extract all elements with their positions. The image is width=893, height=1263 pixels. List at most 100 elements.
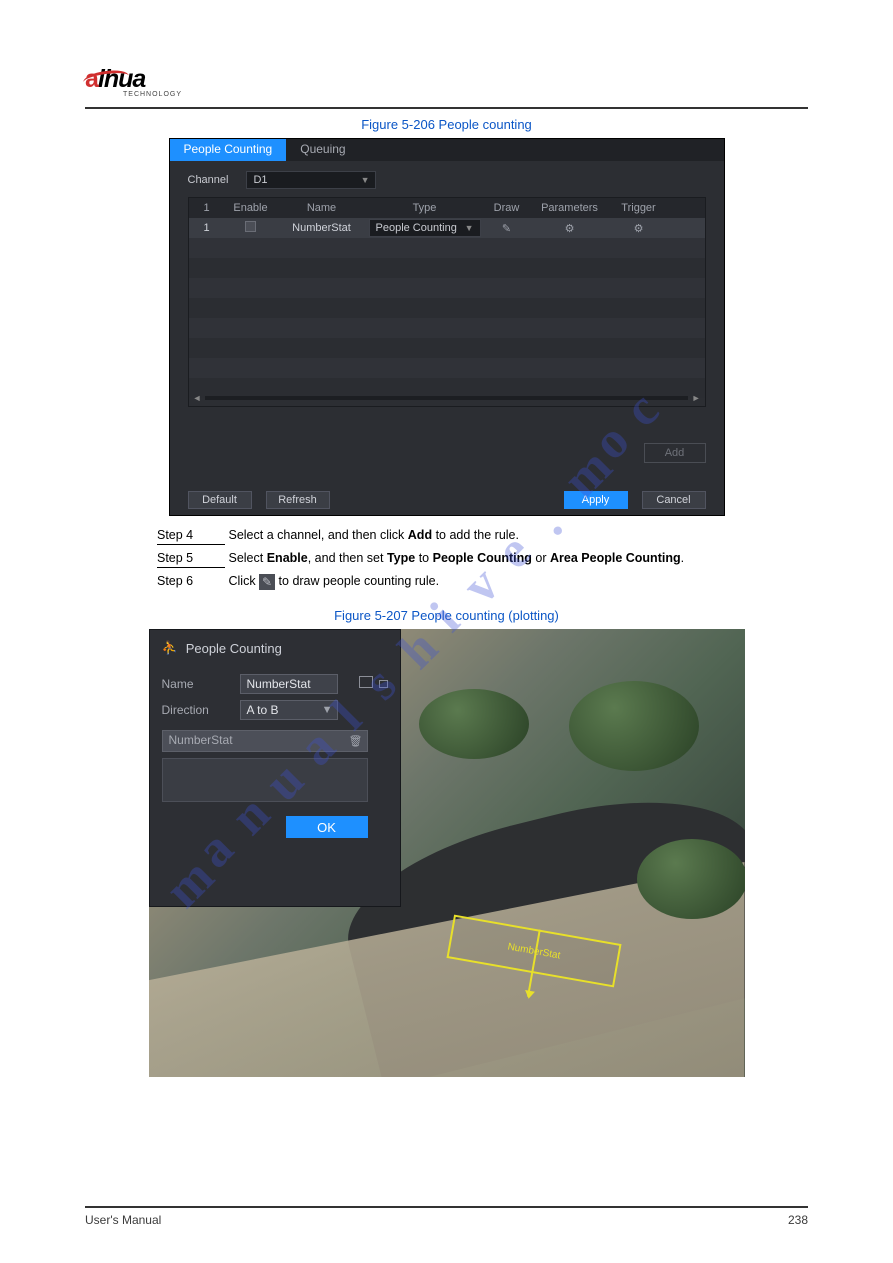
step-6-text2: to draw people counting rule. [279, 574, 440, 588]
step-5-bold2: Type [387, 551, 415, 565]
col-type: Type [367, 202, 483, 214]
config-body: Channel D1 ▼ 1 Enable Name Type Draw Par… [170, 161, 724, 451]
chevron-down-icon: ▼ [465, 223, 474, 233]
add-button[interactable]: Add [644, 443, 706, 463]
col-name: Name [277, 202, 367, 214]
type-select-value: People Counting [376, 222, 457, 234]
people-counting-draw-window: ⛹ People Counting Name NumberStat Direct… [149, 629, 745, 1077]
scroll-track[interactable] [205, 396, 687, 400]
tab-people-counting[interactable]: People Counting [170, 139, 287, 161]
enable-checkbox[interactable] [245, 221, 256, 232]
max-size-icon[interactable] [359, 676, 373, 688]
scene-foliage [419, 689, 529, 759]
zone-list-value: NumberStat [169, 733, 233, 747]
zone-list-item[interactable]: NumberStat 🗑 [162, 730, 368, 752]
cell-enable[interactable] [225, 221, 277, 235]
empty-row [189, 258, 705, 278]
rules-table: 1 Enable Name Type Draw Parameters Trigg… [188, 197, 706, 407]
min-size-icon[interactable] [379, 680, 388, 688]
step-5-text3: to [419, 551, 429, 565]
name-label: Name [162, 677, 226, 691]
scroll-right-icon[interactable]: ► [692, 393, 701, 403]
scroll-left-icon[interactable]: ◄ [193, 393, 202, 403]
action-buttons: Default Refresh Apply Cancel [188, 491, 706, 509]
people-counting-config-window: People Counting Queuing Channel D1 ▼ 1 E… [169, 138, 725, 516]
channel-select-value: D1 [253, 174, 267, 186]
table-row[interactable]: 1 NumberStat People Counting ▼ [189, 218, 705, 238]
footer-title: User's Manual [85, 1213, 161, 1227]
step-4-text2: to add the rule. [436, 528, 519, 542]
draw-panel: ⛹ People Counting Name NumberStat Direct… [149, 629, 401, 907]
ok-button[interactable]: OK [286, 816, 368, 838]
trash-icon[interactable]: 🗑 [349, 735, 363, 748]
step-4-label: Step 4 [157, 526, 225, 545]
default-button[interactable]: Default [188, 491, 252, 509]
cell-index: 1 [189, 222, 225, 234]
channel-label: Channel [188, 174, 229, 186]
col-trigger: Trigger [609, 202, 669, 214]
trigger-icon[interactable] [609, 222, 669, 235]
empty-row [189, 318, 705, 338]
step-5-text: Select [228, 551, 263, 565]
scene-foliage [637, 839, 745, 919]
figure2-caption: Figure 5-207 People counting (plotting) [85, 608, 808, 623]
apply-button[interactable]: Apply [564, 491, 628, 509]
name-field-row: Name NumberStat [162, 674, 388, 694]
col-draw: Draw [483, 202, 531, 214]
chevron-down-icon: ▼ [322, 704, 333, 716]
direction-select[interactable]: A to B ▼ [240, 700, 338, 720]
panel-title: People Counting [186, 641, 282, 656]
col-enable: Enable [225, 202, 277, 214]
tab-queuing[interactable]: Queuing [286, 139, 359, 161]
pencil-icon: ✎ [259, 574, 275, 590]
header-rule [85, 107, 808, 109]
step-6-text: Click [228, 574, 255, 588]
step-4-text: Select a channel, and then click [228, 528, 404, 542]
direction-field-row: Direction A to B ▼ [162, 700, 388, 720]
empty-row [189, 298, 705, 318]
tab-bar: People Counting Queuing [170, 139, 724, 161]
add-strong: Add [408, 528, 432, 542]
draw-icon[interactable] [483, 222, 531, 235]
empty-row [189, 338, 705, 358]
page: alhua TECHNOLOGY Figure 5-206 People cou… [0, 0, 893, 1263]
empty-row [189, 238, 705, 258]
step-5-bold3: People Counting [433, 551, 532, 565]
footer-rule [85, 1206, 808, 1208]
step-5-text2: , and then set [308, 551, 384, 565]
step-5-end: . [681, 551, 684, 565]
step-5-or: or [535, 551, 546, 565]
brand-logo: alhua TECHNOLOGY [85, 65, 205, 101]
col-parameters: Parameters [531, 202, 609, 214]
parameters-icon[interactable] [531, 222, 609, 235]
channel-row: Channel D1 ▼ [188, 171, 706, 189]
cell-name: NumberStat [277, 222, 367, 234]
step-5-bold4: Area People Counting [550, 551, 681, 565]
chevron-down-icon: ▼ [361, 175, 370, 185]
cell-type[interactable]: People Counting ▼ [367, 219, 483, 237]
empty-row [189, 278, 705, 298]
step-5-label: Step 5 [157, 549, 225, 568]
name-input[interactable]: NumberStat [240, 674, 338, 694]
cancel-button[interactable]: Cancel [642, 491, 706, 509]
logo-subtext: TECHNOLOGY [123, 91, 205, 98]
direction-label: Direction [162, 703, 226, 717]
figure1-caption: Figure 5-206 People counting [85, 117, 808, 132]
step-list: Step 4 Select a channel, and then click … [157, 526, 736, 590]
refresh-button[interactable]: Refresh [266, 491, 330, 509]
panel-title-row: ⛹ People Counting [162, 640, 388, 656]
empty-row [189, 358, 705, 378]
col-index: 1 [189, 202, 225, 214]
type-select[interactable]: People Counting ▼ [369, 219, 481, 237]
scene-foliage [569, 681, 699, 771]
horizontal-scrollbar[interactable]: ◄ ► [193, 393, 701, 403]
channel-select[interactable]: D1 ▼ [246, 171, 376, 189]
spacer [344, 491, 550, 509]
step-6-label: Step 6 [157, 572, 225, 590]
page-number: 238 [788, 1213, 808, 1227]
direction-value: A to B [247, 703, 279, 717]
size-toggle[interactable] [359, 676, 388, 688]
logo-letter-a: a [85, 65, 98, 93]
zone-list-empty [162, 758, 368, 802]
step-5-bold: Enable [267, 551, 308, 565]
